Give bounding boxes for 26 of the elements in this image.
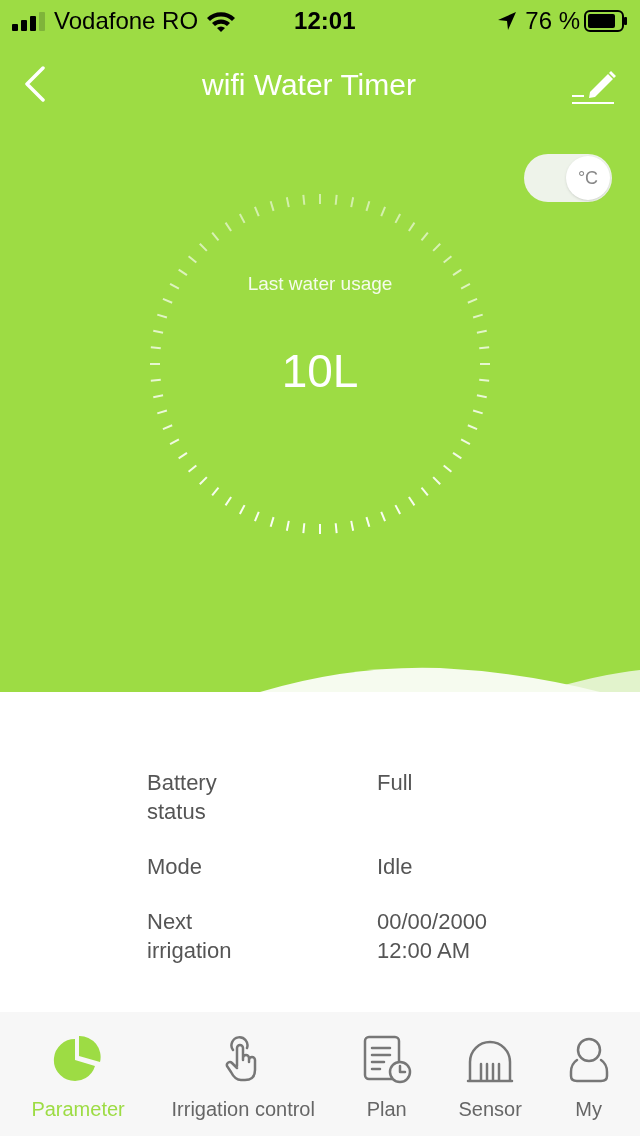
tab-bar-item[interactable]: My	[568, 1032, 609, 1124]
info-label: Next irrigation	[147, 908, 233, 965]
usage-label: Last water usage	[247, 272, 393, 296]
plan-clock-icon	[361, 1034, 412, 1084]
battery-percentage: 76 %	[525, 6, 580, 36]
pie-chart-icon	[53, 1034, 104, 1084]
info-label: Mode	[147, 853, 204, 881]
sensor-icon	[466, 1040, 515, 1084]
info-value: Full	[377, 769, 414, 797]
signal-icon	[12, 11, 46, 31]
tab-bar-item[interactable]: Sensor	[458, 1032, 522, 1124]
tab-bar-item[interactable]: Plan	[361, 1032, 412, 1124]
clock-time: 12:01	[294, 6, 356, 36]
temperature-unit-switch[interactable]: °C	[524, 154, 612, 202]
info-value: Idle	[377, 853, 414, 881]
tab-bar-item[interactable]: Irrigation control	[171, 1032, 315, 1124]
carrier-name: Vodafone RO	[54, 6, 199, 36]
user-icon	[568, 1036, 609, 1084]
usage-value: 10L	[281, 343, 359, 399]
battery-icon	[584, 10, 628, 32]
wifi-icon	[206, 10, 237, 32]
location-arrow-icon	[497, 11, 518, 31]
info-value: 00/00/2000 12:00 AM	[377, 908, 489, 965]
info-label: Battery status	[147, 769, 218, 826]
screen-title: wifi Water Timer	[202, 66, 416, 103]
back-button[interactable]	[24, 64, 48, 104]
